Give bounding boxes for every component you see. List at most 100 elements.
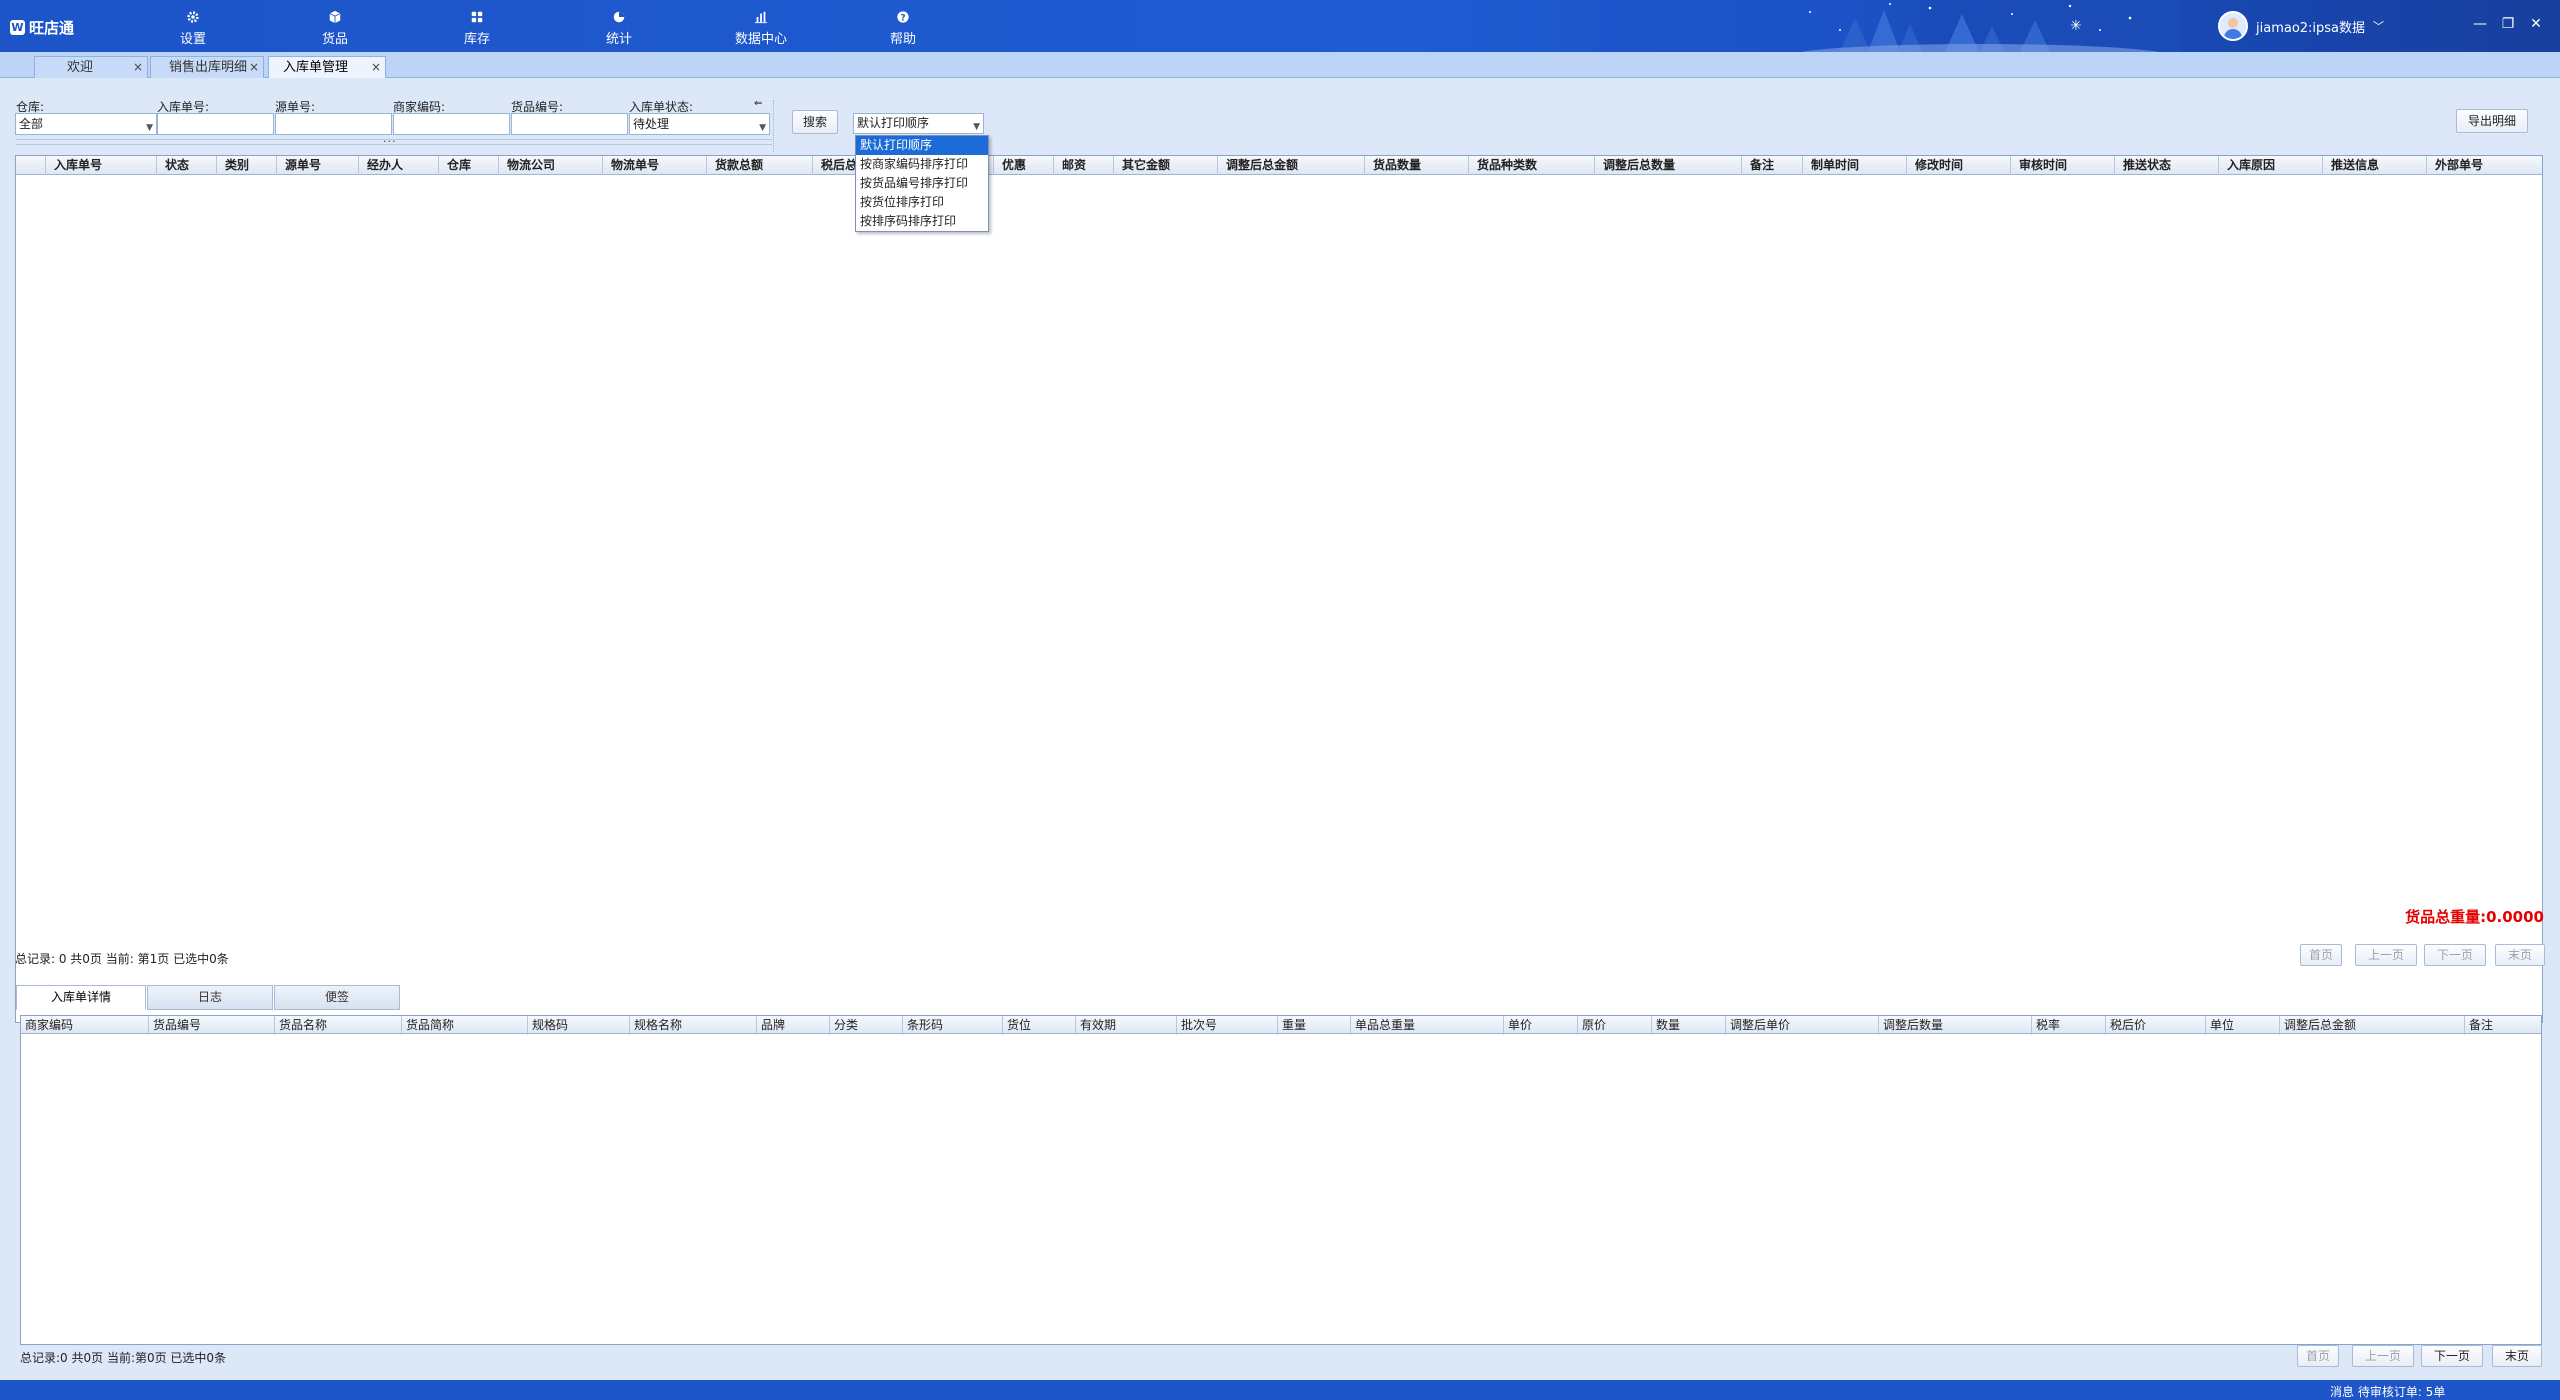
search-button[interactable]: 搜索 (792, 110, 838, 134)
column-header[interactable]: 商家编码 (21, 1016, 149, 1035)
warehouse-select[interactable]: 全部 ▼ (15, 113, 157, 135)
column-header[interactable]: 审核时间 (2011, 156, 2115, 175)
column-header[interactable]: 货款总额 (707, 156, 813, 175)
column-header[interactable]: 物流单号 (603, 156, 707, 175)
merchant-code-input[interactable] (393, 113, 510, 135)
print-order-option[interactable]: 按货位排序打印 (856, 193, 988, 212)
tab-sales-outbound-detail[interactable]: 销售出库明细 × (150, 56, 264, 78)
nav-data-center[interactable]: 数据中心 (726, 10, 796, 47)
nav-label: 数据中心 (734, 32, 787, 47)
nav-settings[interactable]: 设置 (158, 10, 228, 47)
column-header[interactable]: 有效期 (1076, 1016, 1177, 1035)
first-page-button[interactable]: 首页 (2300, 944, 2342, 966)
column-header[interactable]: 条形码 (903, 1016, 1003, 1035)
column-header[interactable]: 推送信息 (2323, 156, 2427, 175)
column-header[interactable]: 状态 (157, 156, 217, 175)
collapse-panel-icon[interactable]: ⇐ (754, 98, 762, 109)
column-header[interactable]: 数量 (1652, 1016, 1726, 1035)
nav-statistics[interactable]: 统计 (584, 10, 654, 47)
column-header[interactable]: 调整后单价 (1726, 1016, 1879, 1035)
column-header[interactable]: 源单号 (277, 156, 359, 175)
tab-welcome[interactable]: 欢迎 × (34, 56, 148, 78)
column-header[interactable]: 货品数量 (1365, 156, 1469, 175)
print-order-option[interactable]: 按商家编码排序打印 (856, 155, 988, 174)
tab-log[interactable]: 日志 (147, 985, 273, 1010)
detail-prev-page-button[interactable]: 上一页 (2352, 1345, 2414, 1367)
column-header[interactable]: 单品总重量 (1351, 1016, 1504, 1035)
detail-next-page-button[interactable]: 下一页 (2421, 1345, 2483, 1367)
column-header[interactable]: 其它金额 (1114, 156, 1218, 175)
column-header[interactable]: 批次号 (1177, 1016, 1278, 1035)
user-menu[interactable]: jiamao2:ipsa数据 ﹀ (2218, 11, 2384, 41)
column-header[interactable]: 入库单号 (46, 156, 157, 175)
column-header[interactable]: 货品名称 (275, 1016, 402, 1035)
column-header[interactable]: 物流公司 (499, 156, 603, 175)
restore-button[interactable]: ❐ (2498, 14, 2518, 34)
close-icon[interactable]: × (371, 57, 381, 78)
column-header[interactable]: 货位 (1003, 1016, 1076, 1035)
prev-page-button[interactable]: 上一页 (2355, 944, 2417, 966)
column-header[interactable]: 修改时间 (1907, 156, 2011, 175)
detail-last-page-button[interactable]: 末页 (2492, 1345, 2542, 1367)
logo-mark: W (10, 20, 25, 35)
minimize-button[interactable]: — (2470, 14, 2490, 34)
print-order-select[interactable]: 默认打印顺序 ▼ (853, 113, 984, 134)
app-logo: W 旺店通 (10, 17, 74, 38)
column-header[interactable]: 重量 (1278, 1016, 1351, 1035)
column-header[interactable]: 货品简称 (402, 1016, 528, 1035)
column-header[interactable]: 调整后总金额 (2280, 1016, 2465, 1035)
inbound-detail-grid[interactable]: 商家编码 货品编号 货品名称 货品简称 规格码 规格名称 品牌 分类 条形码 货… (20, 1015, 2542, 1345)
print-order-option[interactable]: 按排序码排序打印 (856, 212, 988, 231)
column-header[interactable]: 分类 (830, 1016, 903, 1035)
column-header[interactable]: 备注 (1742, 156, 1803, 175)
column-header[interactable]: 单位 (2206, 1016, 2280, 1035)
column-header[interactable]: 调整后总金额 (1218, 156, 1365, 175)
inbound-order-grid[interactable]: 入库单号 状态 类别 源单号 经办人 仓库 物流公司 物流单号 货款总额 税后总… (15, 155, 2543, 1023)
tab-inbound-detail[interactable]: 入库单详情 (16, 985, 146, 1010)
column-header[interactable]: 规格码 (528, 1016, 630, 1035)
close-icon[interactable]: × (249, 57, 259, 78)
top-bar: W 旺店通 设置 货品 库存 统计 数据中心 ? 帮助 ✳ jiamao2:ip… (0, 0, 2560, 52)
nav-help[interactable]: ? 帮助 (868, 10, 938, 47)
column-header[interactable]: 单价 (1504, 1016, 1578, 1035)
tab-notes[interactable]: 便签 (274, 985, 400, 1010)
column-header[interactable]: 制单时间 (1803, 156, 1907, 175)
nav-goods[interactable]: 货品 (300, 10, 370, 47)
source-no-input[interactable] (275, 113, 392, 135)
inbound-no-input[interactable] (157, 113, 274, 135)
column-header[interactable]: 货品种类数 (1469, 156, 1595, 175)
column-header[interactable]: 经办人 (359, 156, 439, 175)
column-header[interactable]: 税率 (2032, 1016, 2106, 1035)
print-order-option[interactable]: 默认打印顺序 (856, 136, 988, 155)
detail-first-page-button[interactable]: 首页 (2297, 1345, 2339, 1367)
status-message[interactable]: 消息 待审核订单: 5单 (2330, 1383, 2445, 1400)
column-header[interactable]: 备注 (2465, 1016, 2541, 1035)
column-header[interactable]: 原价 (1578, 1016, 1652, 1035)
column-header[interactable]: 调整后总数量 (1595, 156, 1742, 175)
close-icon[interactable]: × (133, 57, 143, 78)
column-header[interactable]: 规格名称 (630, 1016, 757, 1035)
filter-splitter[interactable]: ... (16, 132, 772, 145)
column-header[interactable]: 仓库 (439, 156, 499, 175)
inbound-status-select[interactable]: 待处理 ▼ (629, 113, 770, 135)
column-header[interactable]: 入库原因 (2219, 156, 2323, 175)
column-header[interactable]: 货品编号 (149, 1016, 275, 1035)
tab-inbound-management[interactable]: 入库单管理 × (268, 56, 386, 79)
column-header[interactable]: 类别 (217, 156, 277, 175)
column-header[interactable]: 邮资 (1054, 156, 1114, 175)
grid-header: 入库单号 状态 类别 源单号 经办人 仓库 物流公司 物流单号 货款总额 税后总… (16, 156, 2542, 175)
column-header[interactable]: 品牌 (757, 1016, 830, 1035)
column-header[interactable]: 优惠 (994, 156, 1054, 175)
last-page-button[interactable]: 末页 (2495, 944, 2545, 966)
print-order-option[interactable]: 按货品编号排序打印 (856, 174, 988, 193)
nav-inventory[interactable]: 库存 (442, 10, 512, 47)
export-detail-button[interactable]: 导出明细 (2456, 109, 2528, 133)
warehouse-value: 全部 (19, 117, 44, 131)
close-window-button[interactable]: ✕ (2526, 14, 2546, 34)
column-header[interactable]: 调整后数量 (1879, 1016, 2032, 1035)
next-page-button[interactable]: 下一页 (2424, 944, 2486, 966)
goods-no-input[interactable] (511, 113, 628, 135)
column-header[interactable]: 税后价 (2106, 1016, 2206, 1035)
column-header[interactable]: 推送状态 (2115, 156, 2219, 175)
column-header[interactable]: 外部单号 (2427, 156, 2542, 175)
